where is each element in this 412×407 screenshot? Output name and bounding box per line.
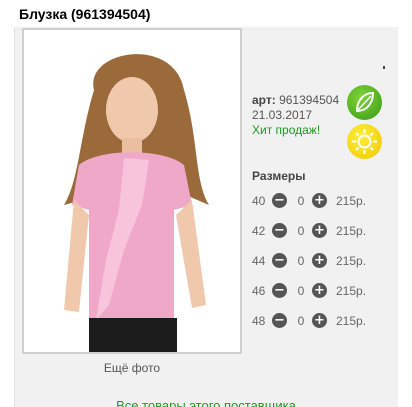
article-value: 961394504 xyxy=(279,93,340,107)
plus-button[interactable]: + xyxy=(312,313,327,328)
sizes-title: Размеры xyxy=(252,169,306,183)
plus-button[interactable]: + xyxy=(312,283,327,298)
product-title: Блузка (961394504) xyxy=(19,6,151,22)
size-price: 215р. xyxy=(336,254,367,268)
plus-button[interactable]: + xyxy=(312,223,327,238)
article-line: арт: 961394504 xyxy=(252,93,339,108)
size-row: 42 − 0 + 215р. xyxy=(252,222,392,240)
size-value: 40 xyxy=(252,194,266,208)
minus-button[interactable]: − xyxy=(272,193,287,208)
size-row: 48 − 0 + 215р. xyxy=(252,312,392,330)
plus-button[interactable]: + xyxy=(312,253,327,268)
size-value: 44 xyxy=(252,254,266,268)
product-meta: арт: 961394504 21.03.2017 Хит продаж! xyxy=(252,93,339,138)
minus-button[interactable]: − xyxy=(272,253,287,268)
quantity-value: 0 xyxy=(297,254,305,268)
quantity-value: 0 xyxy=(297,314,305,328)
quantity-value: 0 xyxy=(297,194,305,208)
title-bar: Блузка (961394504) xyxy=(0,0,412,24)
size-row: 46 − 0 + 215р. xyxy=(252,282,392,300)
article-label: арт: xyxy=(252,93,276,107)
product-date: 21.03.2017 xyxy=(252,108,313,122)
size-row: 40 − 0 + 215р. xyxy=(252,192,392,210)
quantity-value: 0 xyxy=(297,284,305,298)
sun-icon xyxy=(347,124,382,159)
size-price: 215р. xyxy=(336,284,367,298)
product-photo-image xyxy=(24,30,240,352)
hit-badge-text: Хит продаж! xyxy=(252,123,321,137)
minus-button[interactable]: − xyxy=(272,223,287,238)
minus-button[interactable]: − xyxy=(272,313,287,328)
size-price: 215р. xyxy=(336,314,367,328)
size-value: 48 xyxy=(252,314,266,328)
more-photos-link[interactable]: Ещё фото xyxy=(22,361,242,375)
size-price: 215р. xyxy=(336,194,367,208)
supplier-products-link[interactable]: Все товары этого поставщика xyxy=(14,398,398,407)
size-value: 42 xyxy=(252,224,266,238)
leaf-icon xyxy=(347,85,382,120)
separator-dot xyxy=(383,66,385,69)
minus-button[interactable]: − xyxy=(272,283,287,298)
plus-button[interactable]: + xyxy=(312,193,327,208)
size-value: 46 xyxy=(252,284,266,298)
size-price: 215р. xyxy=(336,224,367,238)
size-row: 44 − 0 + 215р. xyxy=(252,252,392,270)
quantity-value: 0 xyxy=(297,224,305,238)
product-photo[interactable] xyxy=(22,28,242,354)
